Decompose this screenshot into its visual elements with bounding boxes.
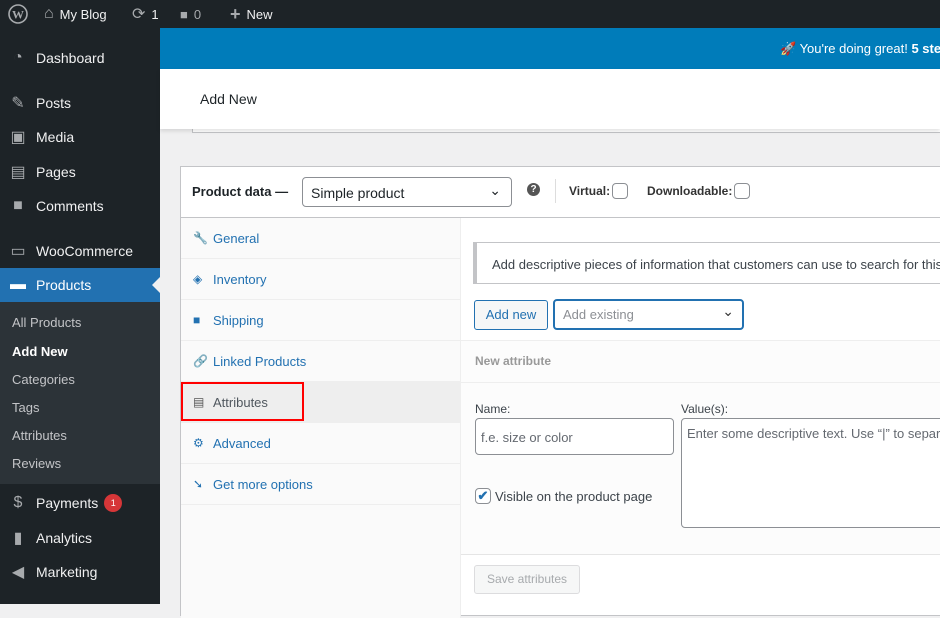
- page-title: Add New: [200, 91, 257, 107]
- tag-icon: ◈: [193, 272, 203, 286]
- tab-shipping[interactable]: ■ Shipping: [181, 300, 461, 341]
- submenu-item[interactable]: All Products: [12, 315, 81, 330]
- sidebar-item-payments[interactable]: $ Payments 1: [0, 486, 160, 520]
- submenu-item[interactable]: Tags: [12, 400, 39, 415]
- submenu-item[interactable]: Attributes: [12, 428, 67, 443]
- updates-link[interactable]: ⟳ 1: [132, 0, 159, 28]
- media-icon: ▣: [10, 129, 26, 146]
- plugin-icon: ➘: [193, 477, 204, 491]
- truck-icon: ■: [193, 313, 201, 327]
- attribute-values-textarea[interactable]: Enter some descriptive text. Use “|” to …: [681, 418, 940, 528]
- woo-icon: ▭: [10, 243, 26, 260]
- attributes-notice: Add descriptive pieces of information th…: [473, 242, 940, 284]
- attribute-name-input[interactable]: f.e. size or color: [475, 418, 674, 455]
- chart-icon: ▮: [13, 530, 23, 547]
- chevron-down-icon: ⌄: [489, 182, 501, 198]
- sidebar-item-woocommerce[interactable]: ▭ WooCommerce: [0, 234, 160, 268]
- add-new-attribute-button[interactable]: Add new: [474, 300, 548, 330]
- highlight-box: [181, 382, 304, 421]
- progress-banner: 🚀 You're doing great! 5 steps: [160, 28, 940, 69]
- divider: [555, 179, 556, 203]
- gear-icon: ⚙: [193, 436, 204, 450]
- submenu-item[interactable]: Categories: [12, 372, 75, 387]
- link-icon: 🔗: [193, 354, 208, 368]
- page-header: Add New: [160, 69, 940, 129]
- submenu-item[interactable]: Reviews: [12, 456, 61, 471]
- archive-icon: ▬: [10, 276, 26, 293]
- svg-text:W: W: [12, 8, 24, 22]
- sidebar-item-posts[interactable]: ✎ Posts: [0, 86, 160, 120]
- wrench-icon: 🔧: [193, 231, 208, 245]
- site-name-link[interactable]: ⌂ My Blog: [44, 0, 107, 28]
- product-data-label: Product data —: [192, 184, 289, 199]
- comment-icon: ■: [180, 6, 188, 22]
- tab-advanced[interactable]: ⚙ Advanced: [181, 423, 461, 464]
- megaphone-icon: ◀: [11, 564, 25, 581]
- visible-checkbox[interactable]: ✔: [475, 488, 491, 504]
- pages-icon: ▤: [10, 164, 26, 181]
- comment-icon: ■: [13, 197, 23, 214]
- new-attribute-heading: New attribute: [475, 354, 552, 368]
- add-existing-select[interactable]: Add existing ⌄: [553, 299, 744, 330]
- sidebar-item-pages[interactable]: ▤ Pages: [0, 155, 160, 189]
- sidebar-item-comments[interactable]: ■ Comments: [0, 189, 160, 223]
- tab-linked-products[interactable]: 🔗 Linked Products: [181, 341, 461, 382]
- downloadable-checkbox[interactable]: [734, 183, 751, 199]
- sidebar-item-media[interactable]: ▣ Media: [0, 120, 160, 154]
- chevron-down-icon: ⌄: [722, 303, 734, 319]
- new-content-link[interactable]: + New: [230, 0, 273, 28]
- save-attributes-button[interactable]: Save attributes: [474, 565, 580, 594]
- sidebar-item-marketing[interactable]: ◀ Marketing: [0, 555, 160, 589]
- update-icon: ⟳: [132, 6, 146, 23]
- product-type-select[interactable]: Simple product ⌄: [302, 177, 512, 207]
- virtual-checkbox[interactable]: [612, 183, 629, 199]
- sidebar-item-analytics[interactable]: ▮ Analytics: [0, 521, 160, 555]
- tab-general[interactable]: 🔧 General: [181, 218, 461, 259]
- home-icon: ⌂: [44, 5, 54, 22]
- pin-icon: ✎: [11, 95, 25, 112]
- comments-link[interactable]: ■ 0: [180, 0, 201, 28]
- plus-icon: +: [230, 3, 241, 24]
- sidebar-item-products[interactable]: ▬ Products: [0, 268, 160, 302]
- submenu-item[interactable]: Add New: [12, 344, 68, 359]
- notification-badge: 1: [104, 494, 123, 512]
- product-data-panel: Product data — Simple product ⌄ ? Virtual…: [180, 166, 940, 618]
- dollar-icon: $: [13, 494, 23, 511]
- sidebar-item-dashboard[interactable]: ◔ Dashboard: [0, 41, 160, 75]
- tab-get-more-options[interactable]: ➘ Get more options: [181, 464, 461, 505]
- dashboard-icon: ◔: [13, 49, 23, 66]
- tab-inventory[interactable]: ◈ Inventory: [181, 259, 461, 300]
- product-data-header: Product data — Simple product ⌄ ? Virtual…: [181, 167, 940, 218]
- help-icon[interactable]: ?: [527, 183, 540, 196]
- editor-box-edge: [192, 129, 940, 133]
- admin-bar: W ⌂ My Blog ⟳ 1 ■ 0 + New: [0, 0, 940, 28]
- wordpress-logo-icon[interactable]: W: [8, 0, 28, 28]
- new-attribute-section: New attribute Name: f.e. size or color V…: [461, 340, 940, 555]
